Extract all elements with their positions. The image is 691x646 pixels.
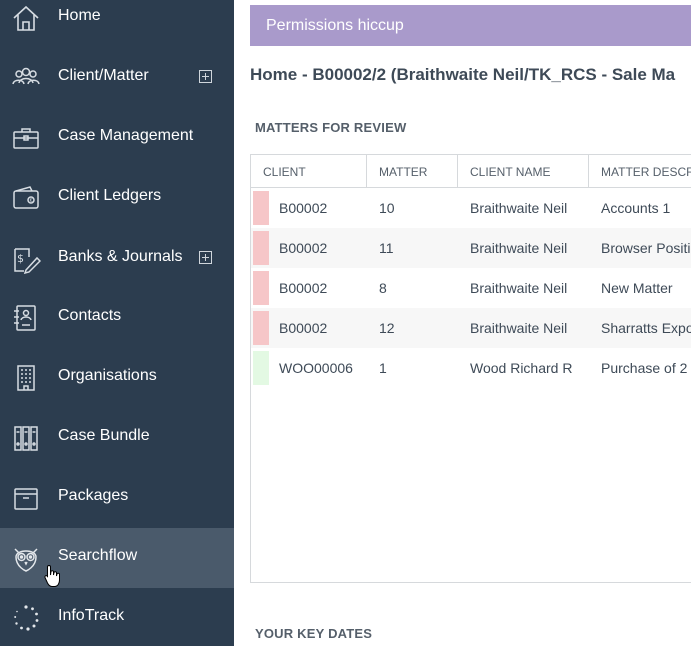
sidebar-item-label: Packages [58, 487, 129, 504]
package-icon [11, 483, 41, 513]
status-flag [253, 311, 269, 345]
permissions-banner: Permissions hiccup [250, 5, 691, 46]
building-icon [11, 363, 41, 393]
svg-text:$: $ [17, 252, 24, 265]
sidebar-item-label: Client Ledgers [58, 187, 162, 204]
wallet-icon: € [11, 183, 41, 213]
status-flag [253, 271, 269, 305]
app-window: Home Client/Matter Case Management € Cli… [0, 0, 691, 646]
column-header-matter[interactable]: MATTER [367, 155, 458, 187]
cell-matter-description: Sharratts Expo [601, 320, 691, 336]
table-row[interactable]: B00002 11 Braithwaite Neil Browser Posit… [251, 228, 691, 268]
cell-matter-description: Accounts 1 [601, 200, 671, 216]
sidebar-item-client-ledgers[interactable]: € Client Ledgers [0, 168, 234, 228]
owl-icon [11, 543, 41, 573]
contacts-icon [11, 303, 41, 333]
main-content: Permissions hiccup Home - B00002/2 (Brai… [234, 0, 691, 646]
bank-pen-icon: $ [11, 244, 41, 274]
cell-client-name: Wood Richard R [470, 360, 573, 376]
cell-client-name: Braithwaite Neil [470, 280, 568, 296]
cell-matter: 1 [379, 360, 387, 376]
column-header-client-name[interactable]: CLIENT NAME [458, 155, 589, 187]
matters-for-review-title: MATTERS FOR REVIEW [255, 120, 407, 135]
sidebar-item-banks-journals[interactable]: $ Banks & Journals [0, 229, 234, 289]
sidebar-item-packages[interactable]: Packages [0, 468, 234, 528]
status-flag [253, 351, 269, 385]
matters-grid: CLIENT MATTER CLIENT NAME MATTER DESCRI … [250, 154, 691, 583]
svg-text:€: € [30, 198, 33, 204]
sidebar-item-label: Case Bundle [58, 427, 150, 444]
home-icon [11, 3, 41, 33]
users-icon [11, 63, 41, 93]
cell-client-name: Braithwaite Neil [470, 240, 568, 256]
expand-plus-icon[interactable] [199, 251, 212, 264]
cell-client: WOO00006 [279, 360, 353, 376]
sidebar-item-home[interactable]: Home [0, 0, 234, 48]
binders-icon [11, 423, 41, 453]
expand-plus-icon[interactable] [199, 70, 212, 83]
table-row[interactable]: WOO00006 1 Wood Richard R Purchase of 2 [251, 348, 691, 388]
column-header-matter-description[interactable]: MATTER DESCRI [589, 155, 691, 187]
briefcase-icon [11, 123, 41, 153]
cell-matter: 12 [379, 320, 395, 336]
your-key-dates-title: YOUR KEY DATES [255, 626, 373, 641]
sidebar-item-label: Client/Matter [58, 67, 149, 84]
table-row[interactable]: B00002 8 Braithwaite Neil New Matter [251, 268, 691, 308]
infotrack-icon [11, 603, 41, 633]
sidebar-item-infotrack[interactable]: InfoTrack [0, 588, 234, 646]
table-row[interactable]: B00002 12 Braithwaite Neil Sharratts Exp… [251, 308, 691, 348]
sidebar-item-label: Case Management [58, 127, 194, 144]
cell-client: B00002 [279, 320, 328, 336]
sidebar-item-client-matter[interactable]: Client/Matter [0, 48, 234, 108]
sidebar-item-label: Banks & Journals [58, 248, 183, 265]
cell-client-name: Braithwaite Neil [470, 200, 568, 216]
sidebar-item-contacts[interactable]: Contacts [0, 288, 234, 348]
hand-cursor-icon [44, 564, 62, 588]
sidebar-item-label: InfoTrack [58, 607, 125, 624]
cell-client: B00002 [279, 240, 328, 256]
sidebar-item-organisations[interactable]: Organisations [0, 348, 234, 408]
cell-client-name: Braithwaite Neil [470, 320, 568, 336]
breadcrumb: Home - B00002/2 (Braithwaite Neil/TK_RCS… [250, 65, 676, 84]
cell-matter-description: New Matter [601, 280, 673, 296]
status-flag [253, 231, 269, 265]
sidebar-item-label: Home [58, 7, 101, 24]
cell-client: B00002 [279, 280, 328, 296]
sidebar-item-case-bundle[interactable]: Case Bundle [0, 408, 234, 468]
cell-matter: 8 [379, 280, 387, 296]
cell-matter: 11 [379, 240, 394, 256]
sidebar-item-searchflow[interactable]: Searchflow [0, 528, 234, 588]
sidebar-item-case-management[interactable]: Case Management [0, 108, 234, 168]
sidebar-item-label: Searchflow [58, 547, 138, 564]
cell-matter-description: Purchase of 2 [601, 360, 688, 376]
sidebar-item-label: Organisations [58, 367, 157, 384]
grid-header: CLIENT MATTER CLIENT NAME MATTER DESCRI [251, 155, 691, 188]
column-header-client[interactable]: CLIENT [251, 155, 367, 187]
cell-matter-description: Browser Positi [601, 240, 691, 256]
cell-matter: 10 [379, 200, 395, 216]
sidebar: Home Client/Matter Case Management € Cli… [0, 0, 234, 646]
cell-client: B00002 [279, 200, 328, 216]
status-flag [253, 191, 269, 225]
table-row[interactable]: B00002 10 Braithwaite Neil Accounts 1 [251, 188, 691, 228]
sidebar-item-label: Contacts [58, 307, 122, 324]
